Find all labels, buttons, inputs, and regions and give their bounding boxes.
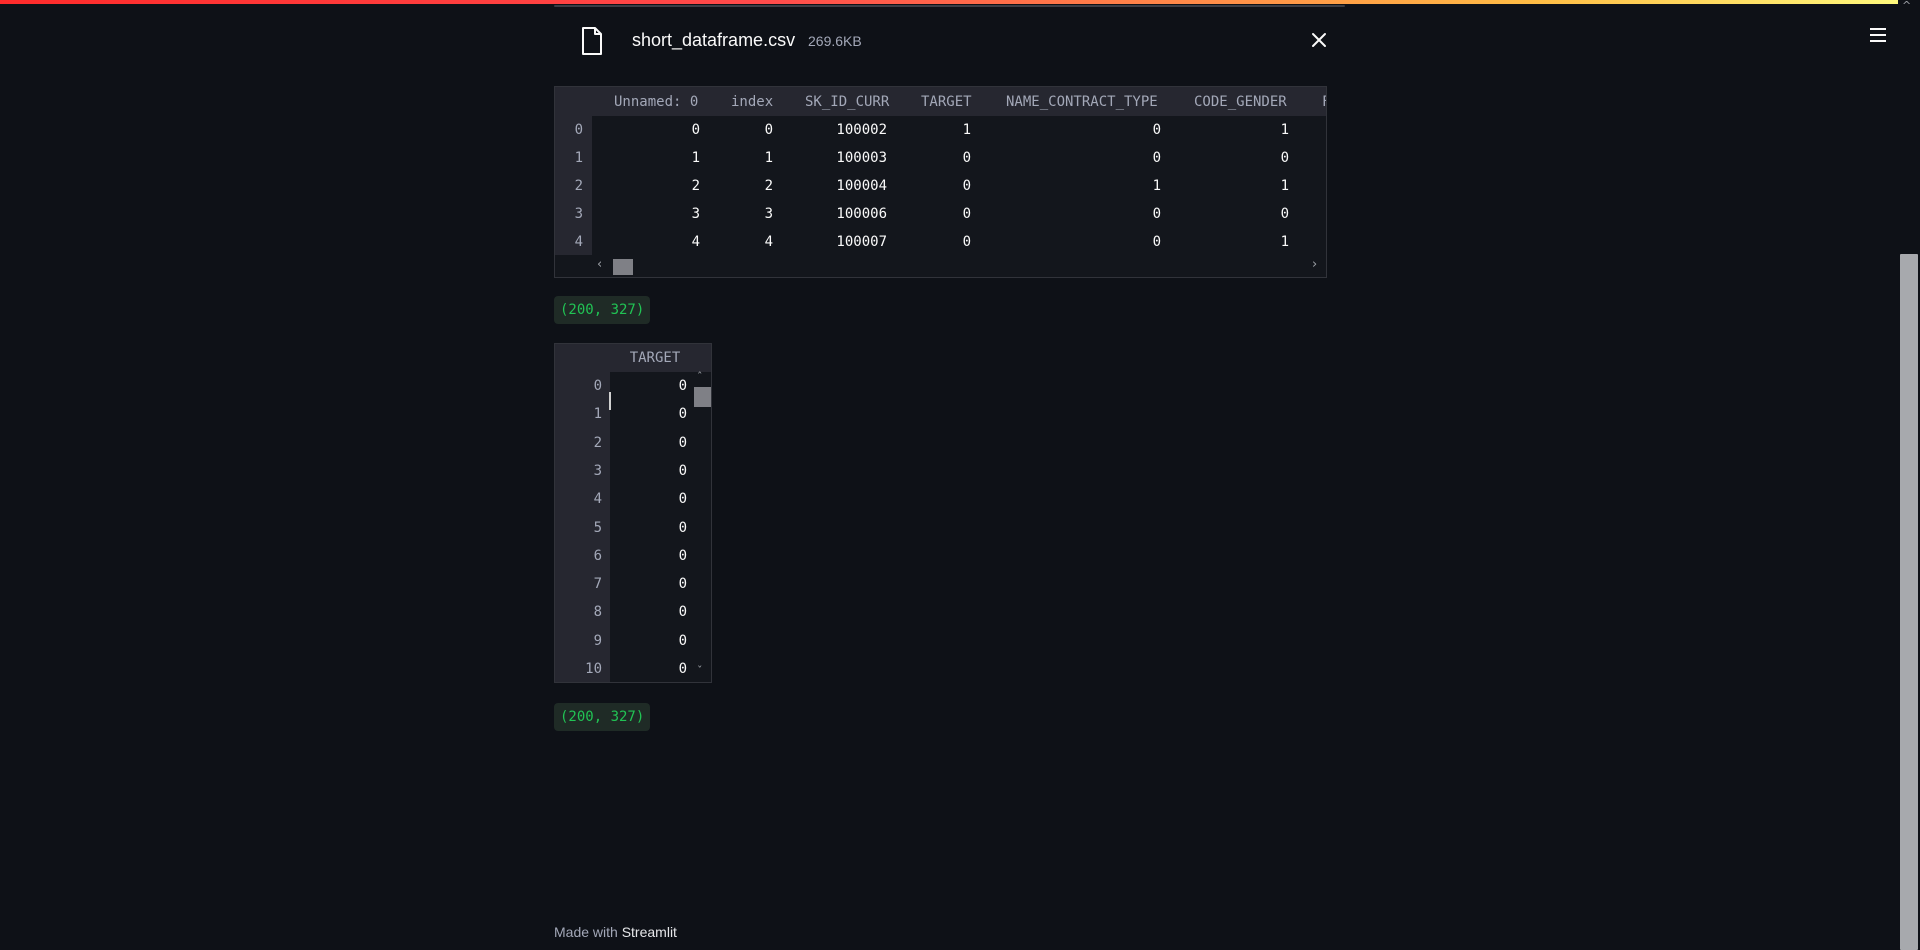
row-index: 6 (593, 548, 602, 564)
table-cell[interactable]: 100006 (777, 200, 887, 228)
table-cell[interactable]: 4 (595, 228, 700, 256)
table-cell[interactable]: 0 (610, 627, 687, 655)
row-index: 3 (574, 206, 583, 222)
table-cell[interactable]: 0 (610, 400, 687, 428)
table-cell[interactable]: 0 (891, 172, 971, 200)
table-cell[interactable]: 1 (705, 144, 773, 172)
table-cell[interactable]: 3 (705, 200, 773, 228)
table-cell[interactable]: 2 (595, 172, 700, 200)
vertical-scrollbar[interactable]: ˆ ˇ (691, 370, 711, 682)
row-index: 4 (593, 491, 602, 507)
chevron-down-icon[interactable]: ˇ (697, 664, 703, 677)
table-cell[interactable]: 0 (610, 372, 687, 400)
row-index: 3 (593, 463, 602, 479)
table-cell[interactable]: 2 (705, 172, 773, 200)
column-header[interactable]: TARGET (921, 88, 972, 116)
footer: Made with Streamlit (554, 924, 677, 940)
table-cell[interactable]: 0 (610, 514, 687, 542)
table-cell[interactable]: 100007 (777, 228, 887, 256)
table-cell[interactable]: 0 (610, 598, 687, 626)
table-cell[interactable]: 0 (705, 116, 773, 144)
table-cell[interactable]: 0 (610, 429, 687, 457)
file-name: short_dataframe.csv (632, 30, 796, 50)
chevron-up-icon[interactable]: ˆ (697, 370, 703, 383)
streamlit-link[interactable]: Streamlit (622, 924, 677, 940)
shape-output: (200, 327) (554, 703, 651, 731)
row-index: 7 (593, 576, 602, 592)
row-index: 2 (574, 178, 583, 194)
row-index: 5 (593, 520, 602, 536)
close-icon[interactable] (1304, 25, 1334, 55)
table-cell[interactable]: 0 (595, 116, 700, 144)
table-cell[interactable]: 0 (975, 228, 1161, 256)
row-index: 1 (574, 150, 583, 166)
column-header[interactable]: Unnamed: 0 (614, 88, 698, 116)
row-index: 0 (574, 122, 583, 138)
page-scrollbar-thumb[interactable] (1900, 254, 1918, 950)
row-index: 8 (593, 604, 602, 620)
table-cell[interactable]: 0 (610, 542, 687, 570)
table-cell[interactable]: 1 (1165, 116, 1289, 144)
table-cell[interactable]: 3 (595, 200, 700, 228)
column-header[interactable]: TARGET (610, 344, 700, 372)
top-decoration-bar (0, 0, 1920, 4)
chevron-right-icon[interactable]: › (1312, 257, 1317, 272)
column-header[interactable]: index (731, 88, 773, 116)
horizontal-scrollbar-thumb[interactable] (613, 259, 633, 275)
table-cell[interactable]: 0 (610, 655, 687, 682)
row-index: 1 (593, 406, 602, 422)
shape-output: (200, 327) (554, 296, 651, 324)
file-size: 269.6KB (808, 33, 862, 49)
row-index: 2 (593, 435, 602, 451)
table-cell[interactable]: 1 (1165, 172, 1289, 200)
table-cell[interactable]: 0 (610, 457, 687, 485)
column-header[interactable]: F (1322, 88, 1326, 116)
scroll-up-icon[interactable]: ^ (1902, 0, 1911, 11)
column-header[interactable]: NAME_CONTRACT_TYPE (1006, 88, 1158, 116)
target-dataframe-table[interactable]: TARGET 0 0 1 0 2 0 3 0 4 0 5 0 6 0 7 0 8… (554, 343, 712, 683)
table-cell[interactable]: 0 (1165, 144, 1289, 172)
table-cell[interactable]: 1 (891, 116, 971, 144)
table-cell[interactable]: 100003 (777, 144, 887, 172)
table-cell[interactable]: 100004 (777, 172, 887, 200)
file-uploader-divider (554, 5, 1345, 7)
row-index: 0 (593, 378, 602, 394)
footer-text: Made with (554, 924, 618, 940)
table-cell[interactable]: 100002 (777, 116, 887, 144)
table-cell[interactable]: 4 (705, 228, 773, 256)
horizontal-scrollbar[interactable]: ‹ › (592, 255, 1326, 277)
table-cell[interactable]: 0 (891, 228, 971, 256)
row-index: 10 (585, 661, 602, 677)
table-cell[interactable]: 0 (975, 116, 1161, 144)
chevron-left-icon[interactable]: ‹ (597, 257, 602, 272)
table-cell[interactable]: 0 (1165, 200, 1289, 228)
column-header[interactable]: CODE_GENDER (1194, 88, 1287, 116)
page-scrollbar[interactable]: ^ (1898, 0, 1920, 950)
column-header[interactable]: SK_ID_CURR (805, 88, 889, 116)
hamburger-menu-icon[interactable] (1865, 24, 1891, 50)
table-cell[interactable]: 0 (891, 144, 971, 172)
row-index: 4 (574, 234, 583, 250)
table-cell[interactable]: 0 (610, 485, 687, 513)
table-cell[interactable]: 0 (891, 200, 971, 228)
table-cell[interactable]: 1 (1165, 228, 1289, 256)
table-cell[interactable]: 1 (975, 172, 1161, 200)
text-cursor (609, 392, 611, 410)
row-index: 9 (593, 633, 602, 649)
table-cell[interactable]: 0 (610, 570, 687, 598)
table-cell[interactable]: 0 (975, 144, 1161, 172)
vertical-scrollbar-thumb[interactable] (694, 387, 711, 407)
table-cell[interactable]: 1 (595, 144, 700, 172)
dataframe-table[interactable]: Unnamed: 0 index SK_ID_CURR TARGET NAME_… (554, 86, 1327, 278)
file-icon (582, 27, 602, 55)
table-cell[interactable]: 0 (975, 200, 1161, 228)
uploaded-file-row: short_dataframe.csv 269.6KB (554, 15, 1345, 67)
